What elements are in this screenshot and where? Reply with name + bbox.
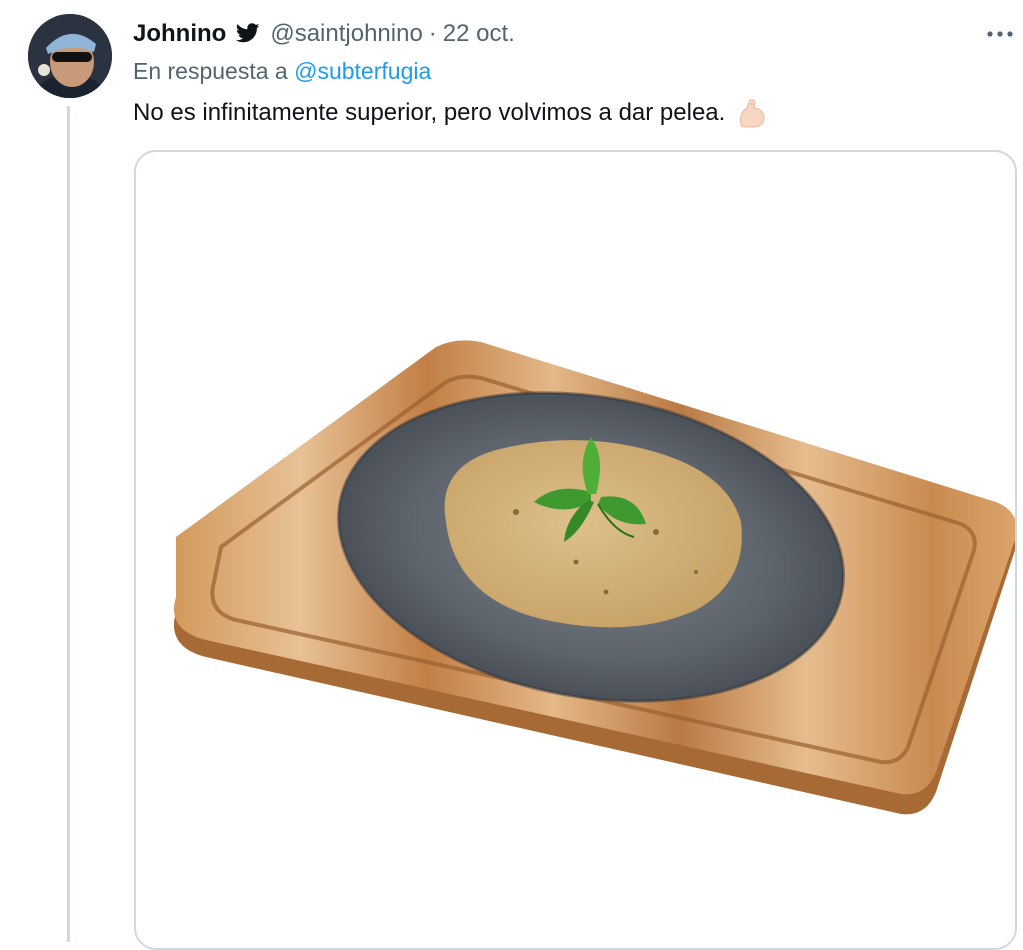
reply-prefix: En respuesta a	[133, 58, 288, 84]
tweet-body: No es infinitamente superior, pero volvi…	[133, 99, 726, 126]
thread-line	[67, 106, 70, 942]
twitter-bird-icon	[236, 23, 260, 43]
reply-context: En respuesta a @subterfugia	[133, 58, 431, 85]
media-image[interactable]	[134, 150, 1017, 950]
more-options-button[interactable]	[980, 18, 1020, 50]
tweet-text: No es infinitamente superior, pero volvi…	[133, 96, 769, 130]
more-options-icon	[987, 31, 1013, 37]
tweet-date[interactable]: 22 oct.	[443, 20, 515, 48]
reply-mention-link[interactable]: @subterfugia	[294, 58, 431, 84]
author-name[interactable]: Johnino	[133, 20, 226, 48]
separator-dot: ·	[428, 20, 437, 47]
avatar[interactable]	[28, 14, 112, 98]
author-handle[interactable]: @saintjohnino	[270, 20, 422, 48]
flexed-biceps-emoji	[740, 99, 765, 128]
avatar-image	[28, 14, 112, 98]
food-photo	[174, 340, 1015, 815]
tweet-header: Johnino @saintjohnino · 22 oct.	[133, 20, 515, 48]
